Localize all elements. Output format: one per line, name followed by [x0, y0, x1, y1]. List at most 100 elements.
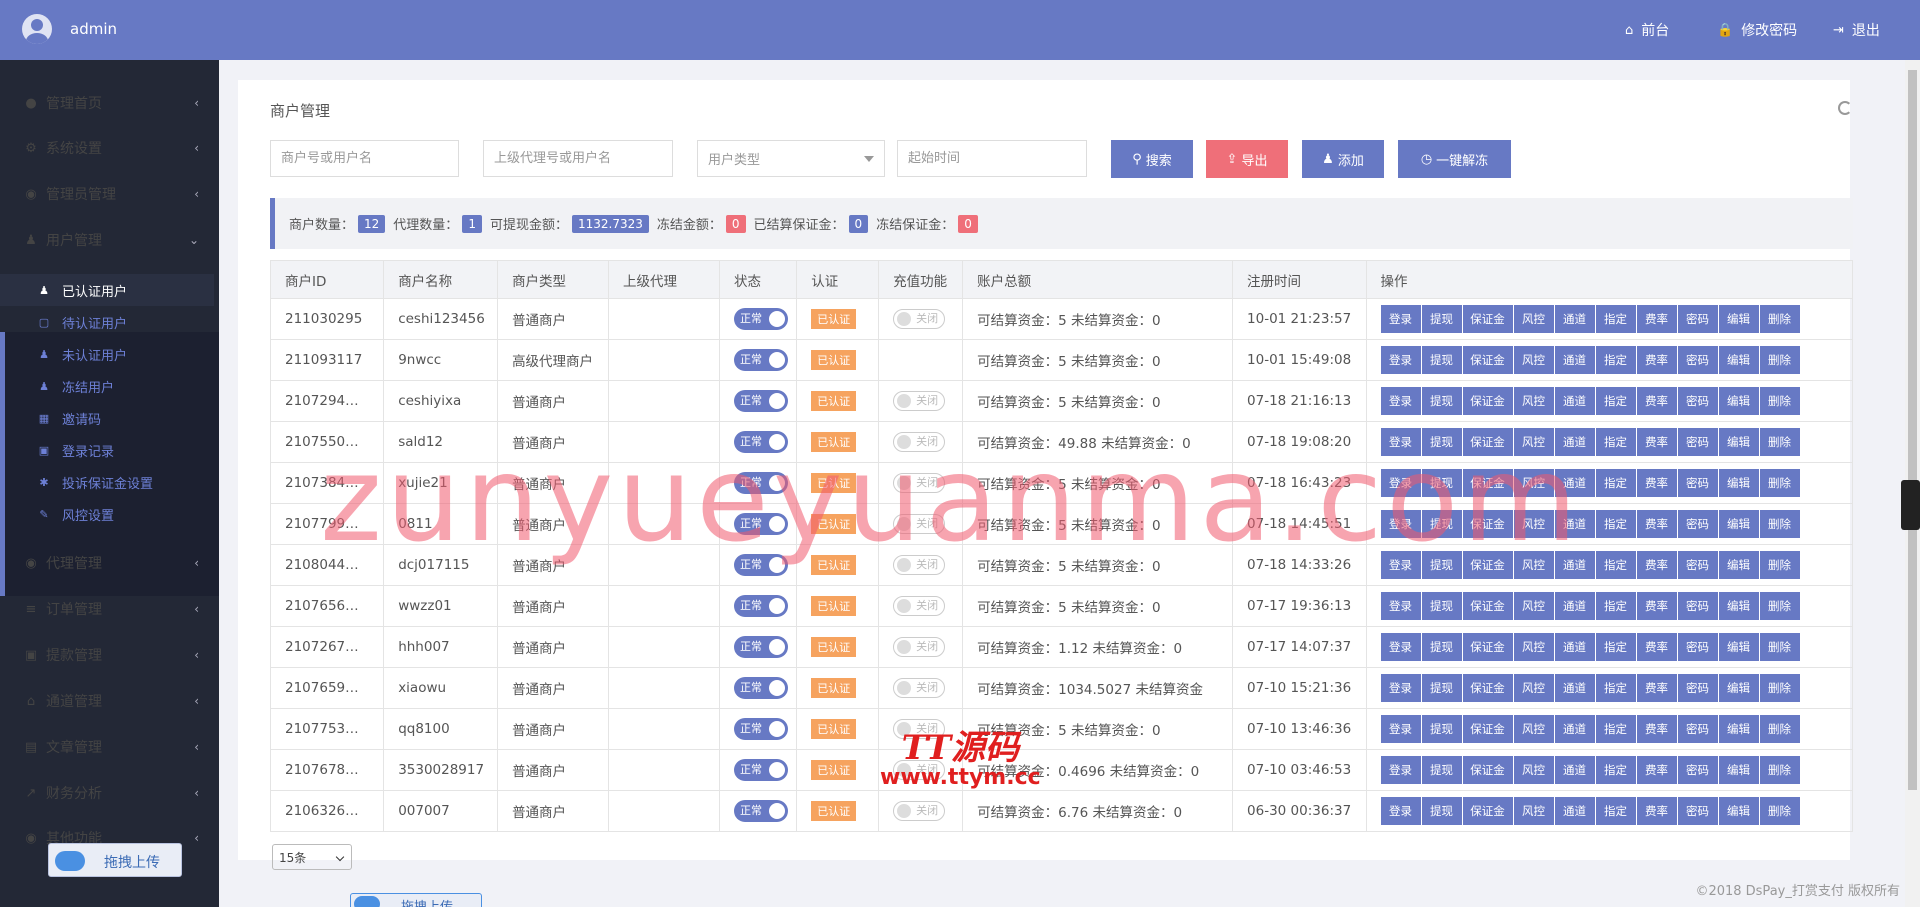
action-button[interactable]: 提现 [1421, 674, 1462, 702]
sidebar-subitem-6[interactable]: ✱ 投诉保证金设置 [0, 466, 214, 498]
column-header[interactable]: 充值功能 [878, 260, 964, 299]
action-button[interactable]: 编辑 [1718, 305, 1759, 333]
action-button[interactable]: 费率 [1636, 715, 1677, 743]
action-button[interactable]: 指定 [1595, 469, 1636, 497]
action-button[interactable]: 保证金 [1462, 510, 1513, 538]
action-button[interactable]: 密码 [1677, 510, 1718, 538]
action-button[interactable]: 指定 [1595, 633, 1636, 661]
action-button[interactable]: 风控 [1513, 469, 1554, 497]
action-button[interactable]: 登录 [1380, 469, 1421, 497]
sidebar-item-2[interactable]: ◉ 管理员管理 ‹ [0, 171, 219, 217]
action-button[interactable]: 通道 [1554, 592, 1595, 620]
action-button[interactable]: 风控 [1513, 305, 1554, 333]
action-button[interactable]: 删除 [1759, 633, 1800, 661]
action-button[interactable]: 费率 [1636, 387, 1677, 415]
search-button[interactable]: ⚲ 搜索 [1111, 140, 1193, 178]
frontend-link[interactable]: ⌂ 前台 [1625, 20, 1669, 40]
action-button[interactable]: 保证金 [1462, 674, 1513, 702]
action-button[interactable]: 保证金 [1462, 797, 1513, 825]
status-toggle[interactable]: 正常 [733, 554, 788, 576]
sidebar-subitem-2[interactable]: ♟ 未认证用户 [0, 338, 214, 370]
action-button[interactable]: 风控 [1513, 592, 1554, 620]
merchant-search-input[interactable] [270, 140, 459, 177]
upload-widget-secondary[interactable]: 拖拽上传 [350, 893, 482, 907]
column-header[interactable]: 注册时间 [1232, 260, 1367, 299]
recharge-toggle[interactable]: 关闭 [893, 391, 946, 411]
sidebar-item-6[interactable]: ▣ 提款管理 ‹ [0, 632, 219, 678]
recharge-toggle[interactable]: 关闭 [893, 473, 946, 493]
action-button[interactable]: 编辑 [1718, 469, 1759, 497]
action-button[interactable]: 风控 [1513, 674, 1554, 702]
action-button[interactable]: 提现 [1421, 592, 1462, 620]
action-button[interactable]: 保证金 [1462, 756, 1513, 784]
column-header[interactable]: 商户名称 [383, 260, 499, 299]
action-button[interactable]: 提现 [1421, 551, 1462, 579]
action-button[interactable]: 保证金 [1462, 551, 1513, 579]
sidebar-subitem-7[interactable]: ✎ 风控设置 [0, 498, 214, 530]
sidebar-item-0[interactable]: ● 管理首页 ‹ [0, 80, 219, 126]
action-button[interactable]: 保证金 [1462, 715, 1513, 743]
sidebar-subitem-0[interactable]: ♟ 已认证用户 [0, 274, 214, 306]
recharge-toggle[interactable]: 关闭 [893, 309, 946, 329]
action-button[interactable]: 通道 [1554, 756, 1595, 784]
action-button[interactable]: 通道 [1554, 346, 1595, 374]
action-button[interactable]: 费率 [1636, 346, 1677, 374]
sidebar-item-3[interactable]: ♟ 用户管理 ⌄ [0, 217, 219, 263]
action-button[interactable]: 提现 [1421, 797, 1462, 825]
recharge-toggle[interactable]: 关闭 [893, 514, 946, 534]
action-button[interactable]: 风控 [1513, 797, 1554, 825]
action-button[interactable]: 保证金 [1462, 469, 1513, 497]
action-button[interactable]: 密码 [1677, 387, 1718, 415]
status-toggle[interactable]: 正常 [733, 472, 788, 494]
action-button[interactable]: 登录 [1380, 797, 1421, 825]
action-button[interactable]: 登录 [1380, 592, 1421, 620]
action-button[interactable]: 通道 [1554, 428, 1595, 456]
status-toggle[interactable]: 正常 [733, 595, 788, 617]
sidebar-item-1[interactable]: ⚙ 系统设置 ‹ [0, 125, 219, 171]
action-button[interactable]: 删除 [1759, 715, 1800, 743]
action-button[interactable]: 密码 [1677, 551, 1718, 579]
action-button[interactable]: 风控 [1513, 633, 1554, 661]
action-button[interactable]: 密码 [1677, 756, 1718, 784]
action-button[interactable]: 提现 [1421, 428, 1462, 456]
column-header[interactable]: 上级代理 [608, 260, 720, 299]
sidebar-item-8[interactable]: ▤ 文章管理 ‹ [0, 724, 219, 770]
action-button[interactable]: 登录 [1380, 674, 1421, 702]
refresh-icon[interactable] [1838, 101, 1852, 115]
start-time-input[interactable] [897, 140, 1087, 177]
sidebar-item-9[interactable]: ↗ 财务分析 ‹ [0, 770, 219, 816]
action-button[interactable]: 密码 [1677, 797, 1718, 825]
logout-link[interactable]: ⇥ 退出 [1833, 20, 1880, 40]
action-button[interactable]: 删除 [1759, 756, 1800, 784]
column-header[interactable]: 认证 [796, 260, 880, 299]
action-button[interactable]: 风控 [1513, 387, 1554, 415]
action-button[interactable]: 风控 [1513, 510, 1554, 538]
status-toggle[interactable]: 正常 [733, 390, 788, 412]
action-button[interactable]: 删除 [1759, 674, 1800, 702]
action-button[interactable]: 删除 [1759, 510, 1800, 538]
action-button[interactable]: 通道 [1554, 797, 1595, 825]
change-password-link[interactable]: 🔒 修改密码 [1717, 20, 1797, 40]
recharge-toggle[interactable]: 关闭 [893, 637, 946, 657]
status-toggle[interactable]: 正常 [733, 636, 788, 658]
action-button[interactable]: 登录 [1380, 346, 1421, 374]
action-button[interactable]: 登录 [1380, 715, 1421, 743]
action-button[interactable]: 密码 [1677, 715, 1718, 743]
action-button[interactable]: 保证金 [1462, 592, 1513, 620]
action-button[interactable]: 提现 [1421, 633, 1462, 661]
action-button[interactable]: 删除 [1759, 469, 1800, 497]
action-button[interactable]: 登录 [1380, 510, 1421, 538]
action-button[interactable]: 费率 [1636, 510, 1677, 538]
action-button[interactable]: 费率 [1636, 551, 1677, 579]
action-button[interactable]: 风控 [1513, 346, 1554, 374]
action-button[interactable]: 指定 [1595, 715, 1636, 743]
action-button[interactable]: 登录 [1380, 428, 1421, 456]
recharge-toggle[interactable]: 关闭 [893, 678, 946, 698]
action-button[interactable]: 登录 [1380, 305, 1421, 333]
status-toggle[interactable]: 正常 [733, 718, 788, 740]
action-button[interactable]: 编辑 [1718, 715, 1759, 743]
add-button[interactable]: ♟ 添加 [1302, 140, 1384, 178]
action-button[interactable]: 密码 [1677, 346, 1718, 374]
action-button[interactable]: 费率 [1636, 797, 1677, 825]
action-button[interactable]: 费率 [1636, 633, 1677, 661]
